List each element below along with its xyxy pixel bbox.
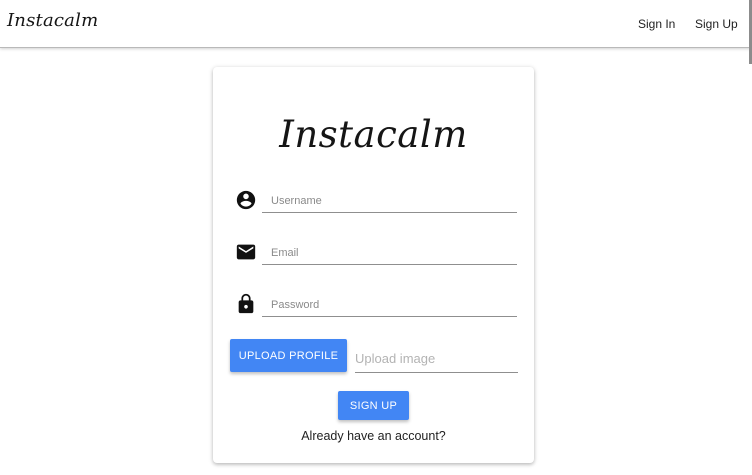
nav-sign-in-link[interactable]: Sign In bbox=[638, 17, 675, 31]
username-row bbox=[233, 183, 517, 217]
email-input[interactable] bbox=[262, 235, 517, 265]
password-row bbox=[233, 287, 517, 321]
top-navbar: Instacalm Sign In Sign Up bbox=[0, 0, 752, 48]
have-account-link[interactable]: Already have an account? bbox=[213, 429, 534, 443]
nav-sign-up-link[interactable]: Sign Up bbox=[695, 17, 738, 31]
navbar-brand-logo[interactable]: Instacalm bbox=[7, 10, 98, 31]
email-row bbox=[233, 235, 517, 269]
sign-up-button[interactable]: SIGN UP bbox=[338, 391, 409, 420]
account-circle-icon bbox=[235, 189, 257, 211]
lock-icon bbox=[235, 293, 257, 315]
username-input[interactable] bbox=[262, 183, 517, 213]
signup-card: Instacalm UPLOAD PROFILE SIGN UP Already… bbox=[213, 67, 534, 463]
card-logo: Instacalm bbox=[279, 113, 468, 156]
password-input[interactable] bbox=[262, 287, 517, 317]
upload-profile-button[interactable]: UPLOAD PROFILE bbox=[230, 339, 347, 372]
upload-image-field[interactable] bbox=[355, 339, 518, 373]
mail-icon bbox=[235, 241, 257, 263]
